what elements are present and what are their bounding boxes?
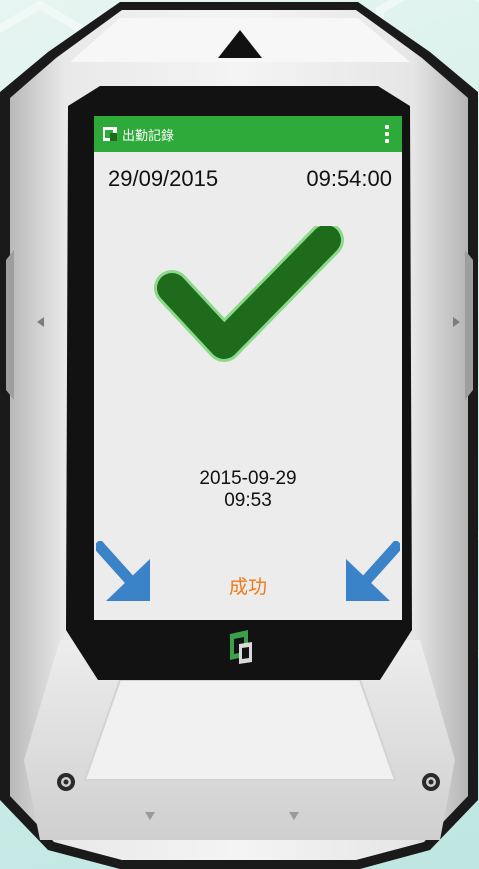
record-timestamp: 2015-09-29 09:53 [94, 468, 402, 512]
app-bar: 出勤記錄 [94, 116, 402, 152]
overflow-menu-icon[interactable] [384, 125, 390, 143]
current-time: 09:54:00 [306, 166, 392, 191]
current-date: 29/09/2015 [108, 166, 219, 191]
home-logo-icon[interactable] [226, 630, 254, 664]
record-time: 09:53 [224, 490, 272, 511]
arrow-down-left-icon [346, 541, 400, 601]
app-screen: 出勤記錄 29/09/2015 09:54:00 2015-09-29 09:5… [94, 116, 402, 620]
checkmark-icon [154, 226, 344, 362]
current-datetime: 29/09/2015 09:54:00 [108, 166, 392, 192]
app-title: 出勤記錄 [122, 128, 175, 144]
record-date: 2015-09-29 [199, 468, 297, 489]
app-logo-icon [100, 124, 120, 144]
